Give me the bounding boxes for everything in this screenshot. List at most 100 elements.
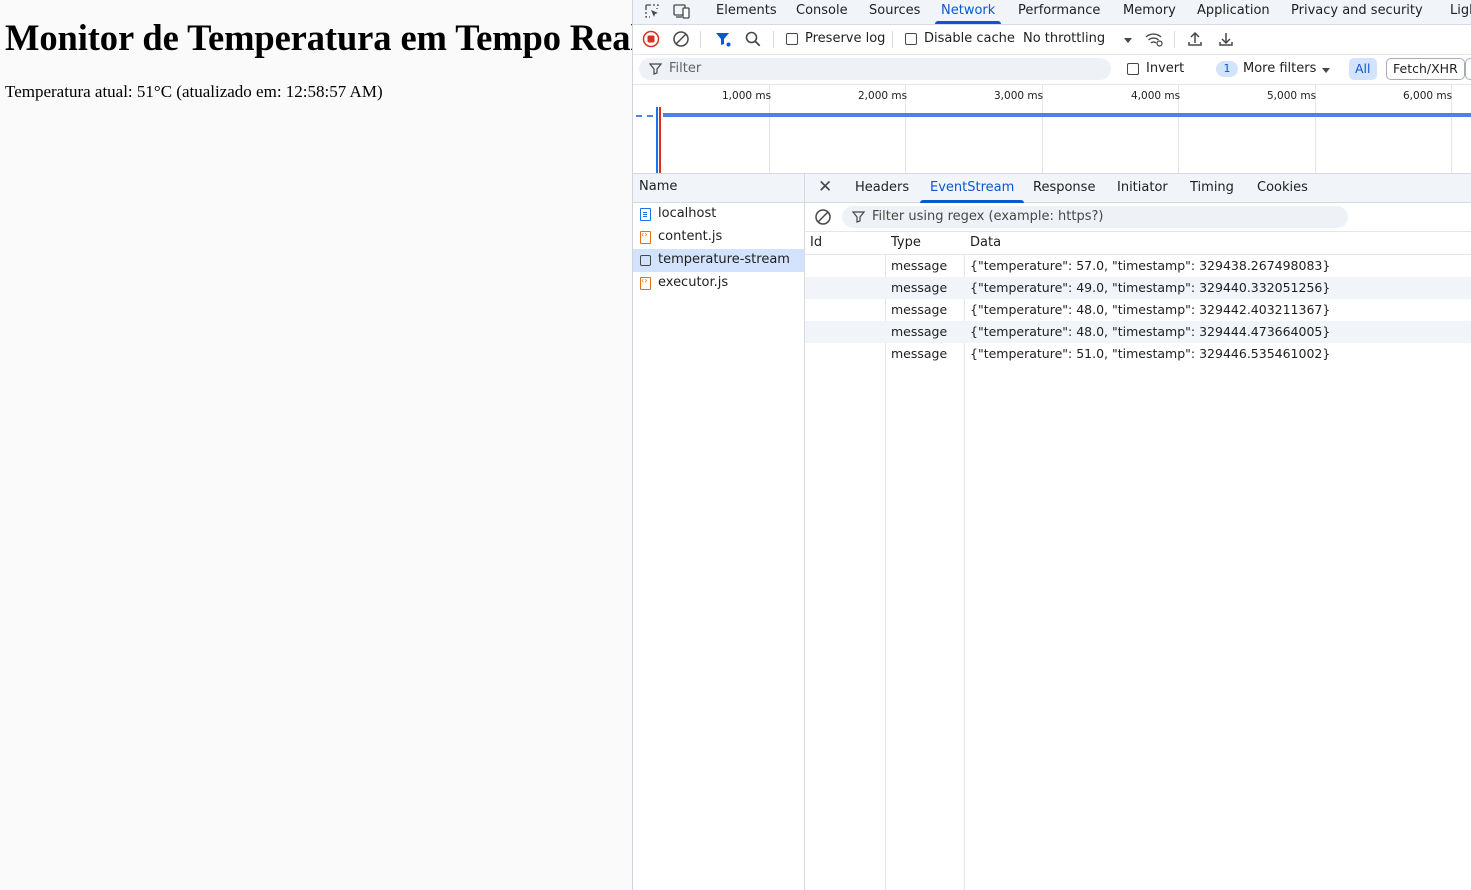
preserve-log-label: Preserve log [805, 31, 886, 46]
tab-memory[interactable]: Memory [1123, 0, 1176, 24]
table-row[interactable]: message {"temperature": 48.0, "timestamp… [805, 299, 1471, 321]
tab-eventstream[interactable]: EventStream [919, 180, 1025, 203]
request-detail-panel: ✕ Headers EventStream Response Initiator… [805, 174, 1471, 890]
type-filter-all[interactable]: All [1349, 58, 1377, 80]
tab-headers[interactable]: Headers [855, 180, 909, 195]
tab-privacy-security[interactable]: Privacy and security [1291, 0, 1423, 24]
request-row[interactable]: content.js [633, 226, 804, 249]
document-icon [640, 208, 651, 221]
network-toolbar: Preserve log Disable cache No throttling [633, 25, 1471, 55]
close-icon[interactable]: ✕ [818, 177, 832, 197]
device-toolbar-icon[interactable] [672, 2, 692, 20]
request-waterfall-short [636, 115, 653, 119]
eventstream-filter-input[interactable]: Filter using regex (example: https?) [842, 206, 1348, 228]
clear-icon[interactable] [814, 208, 832, 230]
funnel-icon [648, 62, 663, 79]
dom-content-loaded-marker [656, 107, 658, 173]
funnel-icon [851, 210, 866, 227]
event-data: {"temperature": 51.0, "timestamp": 32944… [970, 346, 1331, 361]
eventstream-table-header: Id Type Data [805, 232, 1471, 255]
stop-recording-icon[interactable] [641, 29, 661, 49]
devtools-panel: Elements Console Sources Network Perform… [632, 0, 1471, 890]
tab-sources[interactable]: Sources [869, 0, 920, 24]
web-page: Monitor de Temperatura em Tempo Real Tem… [0, 0, 641, 890]
throttling-select[interactable]: No throttling [1023, 31, 1105, 47]
toolbar-divider [773, 31, 774, 48]
column-header-id[interactable]: Id [810, 235, 822, 250]
tab-response[interactable]: Response [1033, 180, 1095, 195]
temperature-status: Temperatura atual: 51°C (atualizado em: … [5, 82, 383, 101]
invert-checkbox[interactable] [1127, 63, 1139, 75]
timeline-tick: 2,000 ms [858, 90, 908, 102]
name-column-header: Name [639, 179, 678, 194]
table-row[interactable]: message {"temperature": 49.0, "timestamp… [805, 277, 1471, 299]
filter-input[interactable]: Filter [639, 58, 1111, 80]
import-har-icon[interactable] [1185, 29, 1205, 49]
toolbar-divider [892, 31, 893, 48]
tab-application[interactable]: Application [1197, 0, 1270, 24]
page-heading: Monitor de Temperatura em Tempo Real [5, 17, 641, 58]
toolbar-divider [1174, 31, 1175, 48]
event-type: message [891, 258, 948, 273]
event-type: message [891, 280, 948, 295]
request-name: temperature-stream [658, 252, 790, 267]
tab-console[interactable]: Console [796, 0, 848, 24]
chevron-down-icon[interactable] [1118, 30, 1138, 50]
table-row[interactable]: message {"temperature": 57.0, "timestamp… [805, 255, 1471, 277]
type-filter-fetch-xhr[interactable]: Fetch/XHR [1386, 58, 1465, 80]
event-data: {"temperature": 48.0, "timestamp": 32944… [970, 302, 1331, 317]
tab-initiator[interactable]: Initiator [1117, 180, 1168, 195]
eventstream-icon [640, 255, 651, 266]
eventstream-filter-placeholder: Filter using regex (example: https?) [872, 209, 1104, 224]
column-header-data[interactable]: Data [970, 235, 1001, 250]
disable-cache-label: Disable cache [924, 31, 1015, 46]
tab-network[interactable]: Network [934, 0, 1002, 24]
column-header-type[interactable]: Type [891, 235, 921, 250]
eventstream-filter-bar: Filter using regex (example: https?) [805, 203, 1471, 232]
eventstream-table: Id Type Data message {"temperature": 57.… [805, 232, 1471, 890]
timeline-tick: 3,000 ms [994, 90, 1044, 102]
tab-lighthouse[interactable]: Ligh [1450, 0, 1471, 24]
request-list: Name localhost content.js temperature-st… [633, 174, 805, 890]
more-filters-count-badge: 1 [1216, 61, 1238, 77]
chevron-down-icon[interactable] [1321, 64, 1331, 79]
preserve-log-checkbox[interactable] [786, 33, 798, 45]
clear-icon[interactable] [671, 29, 691, 49]
event-type: message [891, 324, 948, 339]
devtools-tab-bar: Elements Console Sources Network Perform… [633, 0, 1471, 25]
script-icon [640, 230, 651, 244]
filter-placeholder: Filter [669, 61, 702, 76]
disable-cache-checkbox[interactable] [905, 33, 917, 45]
detail-tab-bar: ✕ Headers EventStream Response Initiator… [805, 174, 1471, 203]
event-type: message [891, 302, 948, 317]
event-data: {"temperature": 49.0, "timestamp": 32944… [970, 280, 1331, 295]
request-row-selected[interactable]: temperature-stream [633, 249, 804, 272]
tab-timing[interactable]: Timing [1190, 180, 1234, 195]
type-filter-next[interactable] [1465, 58, 1471, 80]
export-har-icon[interactable] [1216, 29, 1236, 49]
table-row[interactable]: message {"temperature": 51.0, "timestamp… [805, 343, 1471, 365]
tab-cookies[interactable]: Cookies [1257, 180, 1308, 195]
tab-performance[interactable]: Performance [1018, 0, 1100, 24]
request-name: executor.js [658, 275, 729, 290]
tab-elements[interactable]: Elements [716, 0, 777, 24]
more-filters-button[interactable]: More filters [1243, 61, 1316, 76]
request-name: localhost [658, 206, 717, 221]
filter-icon[interactable] [713, 29, 733, 49]
inspect-element-icon[interactable] [642, 2, 662, 20]
table-row[interactable]: message {"temperature": 48.0, "timestamp… [805, 321, 1471, 343]
timeline-tick: 6,000 ms [1403, 90, 1453, 102]
search-icon[interactable] [743, 29, 763, 49]
timeline-tick: 5,000 ms [1267, 90, 1317, 102]
network-conditions-icon[interactable] [1144, 29, 1164, 49]
network-overview[interactable]: 1,000 ms 2,000 ms 3,000 ms 4,000 ms 5,00… [633, 85, 1471, 174]
request-row[interactable]: executor.js [633, 272, 804, 295]
request-name: content.js [658, 229, 723, 244]
request-row[interactable]: localhost [633, 203, 804, 226]
network-lower-area: Name localhost content.js temperature-st… [633, 174, 1471, 890]
request-list-header[interactable]: Name [633, 174, 804, 203]
timeline-tick: 1,000 ms [722, 90, 772, 102]
event-data: {"temperature": 48.0, "timestamp": 32944… [970, 324, 1331, 339]
timeline-tick: 4,000 ms [1131, 90, 1181, 102]
event-type: message [891, 346, 948, 361]
